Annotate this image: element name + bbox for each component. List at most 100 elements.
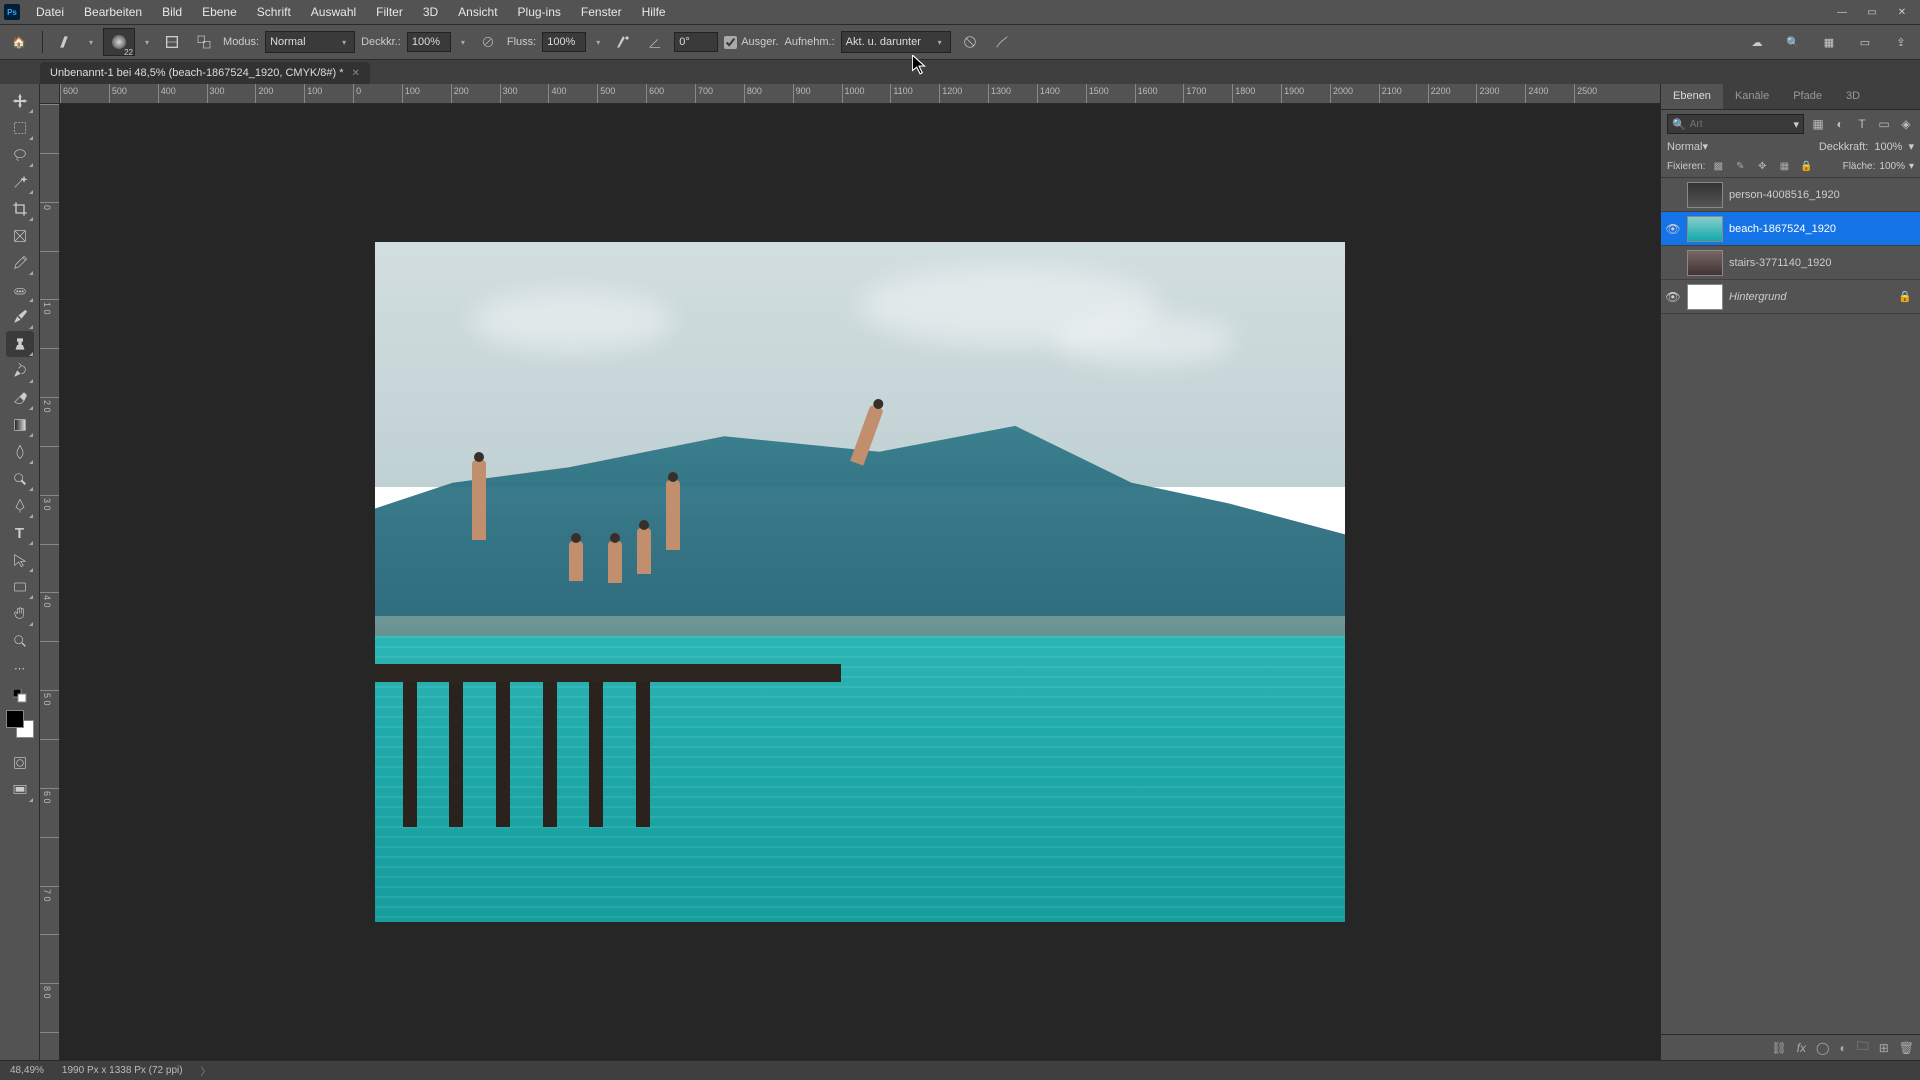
clone-source-button[interactable]: [191, 29, 217, 55]
ignore-adjustment-button[interactable]: [957, 29, 983, 55]
magic-wand-tool[interactable]: [6, 169, 34, 195]
brush-settings-button[interactable]: [159, 29, 185, 55]
adjustment-layer-button[interactable]: ◐: [1839, 1041, 1846, 1055]
layer-thumbnail[interactable]: [1687, 182, 1723, 208]
lock-pixels-button[interactable]: ✎: [1731, 157, 1749, 175]
canvas-area[interactable]: 6005004003002001000100200300400500600700…: [40, 84, 1660, 1060]
marquee-tool[interactable]: [6, 115, 34, 141]
blur-tool[interactable]: [6, 439, 34, 465]
aligned-checkbox[interactable]: Ausger.: [724, 36, 778, 49]
cloud-docs-button[interactable]: ☁: [1744, 29, 1770, 55]
menu-bearbeiten[interactable]: Bearbeiten: [74, 1, 152, 23]
menu-filter[interactable]: Filter: [366, 1, 413, 23]
chevron-down-icon[interactable]: ▾: [85, 38, 97, 47]
zoom-level[interactable]: 48,49%: [10, 1065, 44, 1076]
document-canvas[interactable]: [375, 242, 1345, 922]
clone-stamp-tool[interactable]: [6, 331, 34, 357]
menu-ebene[interactable]: Ebene: [192, 1, 247, 23]
default-colors-button[interactable]: [6, 689, 34, 703]
layer-blend-mode-select[interactable]: Normal▾: [1667, 140, 1813, 153]
window-minimize-button[interactable]: —: [1828, 3, 1856, 21]
arrange-docs-button[interactable]: ▦: [1816, 29, 1842, 55]
opacity-field[interactable]: 100%: [407, 32, 451, 52]
blend-mode-select[interactable]: Normal▾: [265, 31, 355, 53]
lock-all-button[interactable]: 🔒: [1797, 157, 1815, 175]
document-tab[interactable]: Unbenannt-1 bei 48,5% (beach-1867524_192…: [40, 62, 370, 84]
layer-row[interactable]: 👁Hintergrund🔒: [1661, 280, 1920, 314]
move-tool[interactable]: [6, 88, 34, 114]
workspace-button[interactable]: ▭: [1852, 29, 1878, 55]
eyedropper-tool[interactable]: [6, 250, 34, 276]
hand-tool[interactable]: [6, 601, 34, 627]
crop-tool[interactable]: [6, 196, 34, 222]
layer-thumbnail[interactable]: [1687, 250, 1723, 276]
share-button[interactable]: ⇪: [1888, 29, 1914, 55]
layer-group-button[interactable]: 🗀: [1857, 1037, 1869, 1058]
menu-auswahl[interactable]: Auswahl: [301, 1, 366, 23]
menu-ansicht[interactable]: Ansicht: [448, 1, 507, 23]
path-selection-tool[interactable]: [6, 547, 34, 573]
window-restore-button[interactable]: ▭: [1858, 3, 1886, 21]
menu-datei[interactable]: Datei: [26, 1, 74, 23]
healing-brush-tool[interactable]: [6, 277, 34, 303]
color-swatches[interactable]: [6, 710, 34, 738]
new-layer-button[interactable]: ⊞: [1879, 1041, 1889, 1055]
filter-shape-icon[interactable]: ▭: [1876, 116, 1892, 132]
layer-row[interactable]: 👁 beach-1867524_1920: [1661, 212, 1920, 246]
rectangle-tool[interactable]: [6, 574, 34, 600]
layer-row[interactable]: person-4008516_1920: [1661, 178, 1920, 212]
close-icon[interactable]: ✕: [352, 68, 360, 79]
ruler-origin[interactable]: [40, 84, 60, 104]
layer-visibility-toggle[interactable]: 👁: [1665, 222, 1681, 236]
layer-filter-input[interactable]: [1690, 119, 1794, 130]
airbrush-button[interactable]: [610, 29, 636, 55]
filter-pixel-icon[interactable]: ▦: [1810, 116, 1826, 132]
layer-thumbnail[interactable]: [1687, 284, 1723, 310]
home-button[interactable]: 🏠: [6, 29, 32, 55]
panel-tab-ebenen[interactable]: Ebenen: [1661, 84, 1723, 109]
lock-position-button[interactable]: ✥: [1753, 157, 1771, 175]
filter-smart-icon[interactable]: ◈: [1898, 116, 1914, 132]
screen-mode-button[interactable]: [6, 777, 34, 803]
layer-row[interactable]: stairs-3771140_1920: [1661, 246, 1920, 280]
eraser-tool[interactable]: [6, 385, 34, 411]
panel-tab-pfade[interactable]: Pfade: [1781, 84, 1834, 109]
chevron-down-icon[interactable]: ▾: [592, 38, 604, 47]
foreground-color[interactable]: [6, 710, 24, 728]
layer-name[interactable]: Hintergrund: [1729, 291, 1786, 303]
menu-hilfe[interactable]: Hilfe: [632, 1, 676, 23]
angle-field[interactable]: 0°: [674, 32, 718, 52]
layer-thumbnail[interactable]: [1687, 216, 1723, 242]
menu-schrift[interactable]: Schrift: [247, 1, 301, 23]
lasso-tool[interactable]: [6, 142, 34, 168]
zoom-tool[interactable]: [6, 628, 34, 654]
gradient-tool[interactable]: [6, 412, 34, 438]
layer-name[interactable]: beach-1867524_1920: [1729, 223, 1836, 235]
document-dimensions[interactable]: 1990 Px x 1338 Px (72 ppi): [62, 1065, 183, 1076]
filter-type-icon[interactable]: T: [1854, 116, 1870, 132]
status-menu-button[interactable]: 〉: [201, 1063, 211, 1078]
layer-visibility-toggle[interactable]: 👁: [1665, 290, 1681, 304]
brush-preset-picker[interactable]: 22: [103, 28, 135, 56]
edit-toolbar-button[interactable]: ⋯: [6, 655, 34, 681]
chevron-down-icon[interactable]: ▾: [141, 38, 153, 47]
menu-fenster[interactable]: Fenster: [571, 1, 632, 23]
delete-layer-button[interactable]: 🗑: [1899, 1041, 1914, 1055]
menu-bild[interactable]: Bild: [152, 1, 192, 23]
lock-artboard-button[interactable]: ▦: [1775, 157, 1793, 175]
menu-plug-ins[interactable]: Plug-ins: [508, 1, 571, 23]
panel-tab-kanäle[interactable]: Kanäle: [1723, 84, 1781, 109]
layer-name[interactable]: stairs-3771140_1920: [1729, 257, 1832, 269]
chevron-down-icon[interactable]: ▾: [457, 38, 469, 47]
menu-3d[interactable]: 3D: [413, 1, 448, 23]
vertical-ruler[interactable]: 01 02 03 04 05 06 07 08 09 01 0 01 1 01 …: [40, 104, 60, 1060]
dodge-tool[interactable]: [6, 466, 34, 492]
type-tool[interactable]: T: [6, 520, 34, 546]
search-button[interactable]: 🔍: [1780, 29, 1806, 55]
quick-mask-button[interactable]: [6, 750, 34, 776]
flow-field[interactable]: 100%: [542, 32, 586, 52]
panel-tab-3d[interactable]: 3D: [1834, 84, 1872, 109]
history-brush-tool[interactable]: [6, 358, 34, 384]
layer-fill-field[interactable]: 100%: [1879, 161, 1905, 172]
sample-select[interactable]: Akt. u. darunter▾: [841, 31, 951, 53]
